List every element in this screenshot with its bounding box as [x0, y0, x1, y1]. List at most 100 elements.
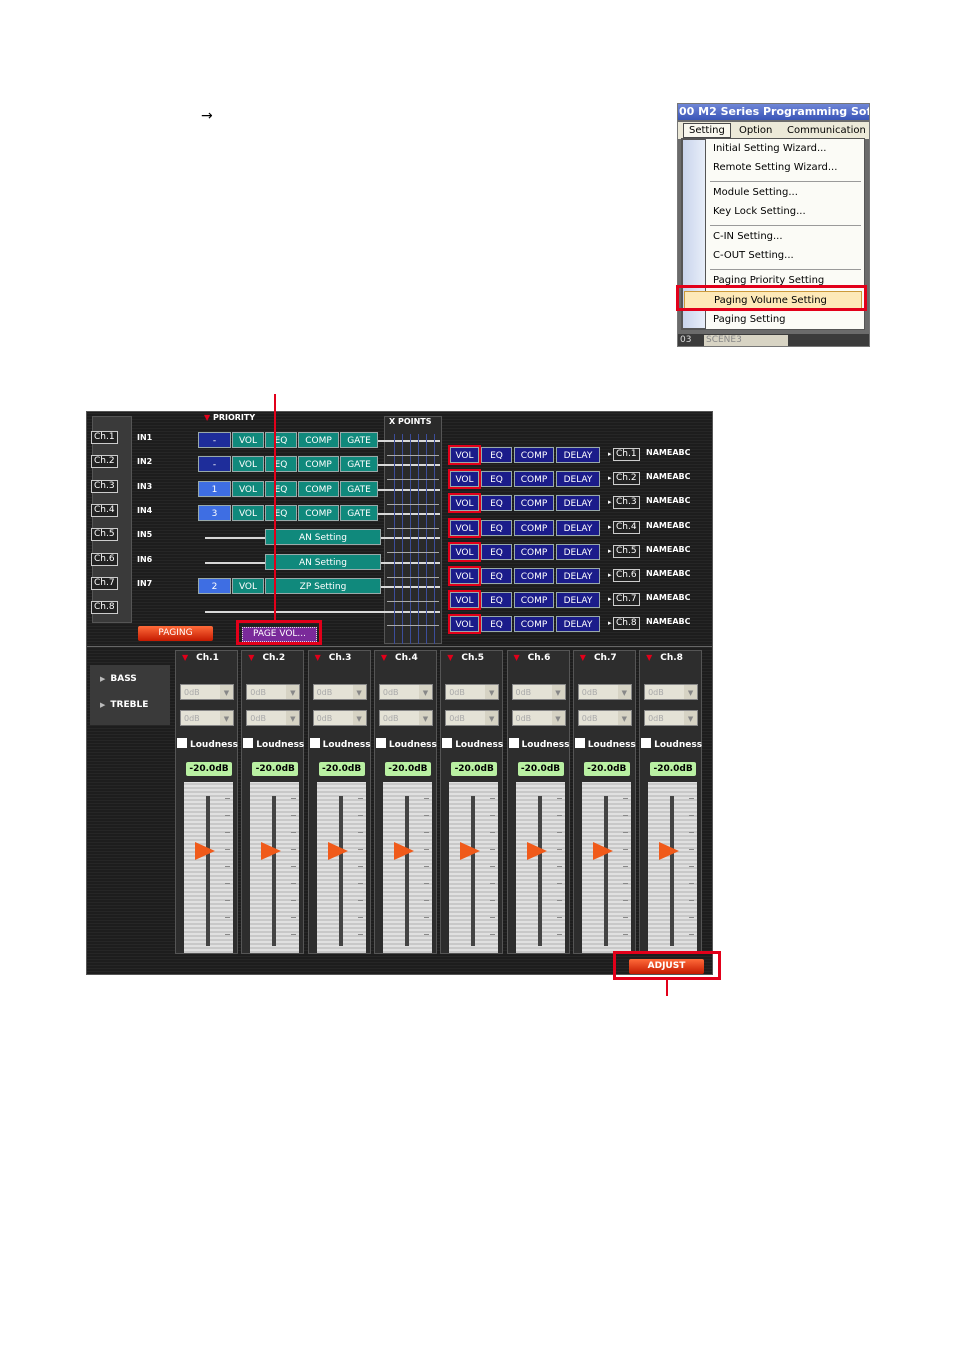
- loudness-checkbox[interactable]: Loudness: [508, 738, 570, 750]
- volume-fader[interactable]: [581, 782, 631, 953]
- delay-button-out3[interactable]: DELAY: [556, 495, 600, 512]
- dropdown-icon[interactable]: ▼: [182, 653, 188, 662]
- vol-button-out8[interactable]: VOL: [448, 614, 481, 635]
- loudness-checkbox[interactable]: Loudness: [375, 738, 437, 750]
- comp-button-out3[interactable]: COMP: [514, 495, 554, 512]
- bass-select[interactable]: 0dB ▼: [246, 684, 301, 700]
- volume-fader[interactable]: [316, 782, 366, 953]
- eq-button-out8[interactable]: EQ: [481, 616, 512, 633]
- bass-select[interactable]: 0dB ▼: [312, 684, 367, 700]
- fader-knob-icon[interactable]: [327, 842, 348, 860]
- eq-button-in2[interactable]: EQ: [265, 456, 297, 473]
- volume-fader[interactable]: [449, 782, 499, 953]
- delay-button-out2[interactable]: DELAY: [556, 471, 600, 488]
- paging-button[interactable]: PAGING: [138, 626, 213, 641]
- dropdown-icon[interactable]: ▼: [381, 653, 387, 662]
- eq-button-in3[interactable]: EQ: [265, 480, 297, 497]
- vol-button-out4[interactable]: VOL: [448, 517, 481, 538]
- menu-item-c-in-setting[interactable]: C-IN Setting...: [713, 231, 783, 242]
- volume-fader[interactable]: [184, 782, 233, 953]
- menu-setting[interactable]: Setting: [683, 123, 731, 138]
- delay-button-out5[interactable]: DELAY: [556, 543, 600, 560]
- priority-button-in4[interactable]: 3: [198, 504, 231, 521]
- output-channel-7[interactable]: Ch.7: [613, 593, 640, 607]
- comp-button-out5[interactable]: COMP: [514, 543, 554, 560]
- output-channel-2[interactable]: Ch.2: [613, 472, 640, 486]
- dropdown-icon[interactable]: ▼: [447, 653, 453, 662]
- eq-button-out7[interactable]: EQ: [481, 592, 512, 609]
- fader-knob-icon[interactable]: [393, 842, 414, 860]
- gate-button-in2[interactable]: GATE: [340, 456, 378, 473]
- input-channel-7[interactable]: Ch.7: [91, 576, 118, 590]
- comp-button-in2[interactable]: COMP: [298, 456, 339, 473]
- comp-button-out8[interactable]: COMP: [514, 616, 554, 633]
- menu-item-initial-setting-wizard[interactable]: Initial Setting Wizard...: [713, 143, 826, 154]
- delay-button-out1[interactable]: DELAY: [556, 447, 600, 463]
- menu-item-c-out-setting[interactable]: C-OUT Setting...: [713, 250, 794, 261]
- input-channel-8[interactable]: Ch.8: [91, 601, 118, 615]
- treble-select[interactable]: 0dB ▼: [246, 710, 301, 726]
- delay-button-out6[interactable]: DELAY: [556, 568, 600, 584]
- vol-button-out7[interactable]: VOL: [448, 590, 481, 611]
- loudness-checkbox[interactable]: Loudness: [177, 738, 238, 750]
- an-setting-button-in6[interactable]: AN Setting: [265, 553, 381, 570]
- dropdown-icon[interactable]: ▼: [248, 653, 254, 662]
- comp-button-out2[interactable]: COMP: [514, 471, 554, 488]
- fader-knob-icon[interactable]: [526, 842, 547, 860]
- input-channel-2[interactable]: Ch.2: [91, 455, 118, 469]
- vol-button-in7[interactable]: VOL: [232, 577, 264, 594]
- input-channel-5[interactable]: Ch.5: [91, 528, 118, 542]
- eq-button-out3[interactable]: EQ: [481, 495, 512, 512]
- menu-item-remote-setting-wizard[interactable]: Remote Setting Wizard...: [713, 162, 837, 173]
- fader-knob-icon[interactable]: [460, 842, 481, 860]
- loudness-checkbox[interactable]: Loudness: [243, 738, 304, 750]
- fader-knob-icon[interactable]: [261, 842, 282, 860]
- comp-button-out4[interactable]: COMP: [514, 519, 554, 536]
- vol-button-out3[interactable]: VOL: [448, 493, 481, 514]
- comp-button-out6[interactable]: COMP: [514, 568, 554, 584]
- menu-item-paging-setting[interactable]: Paging Setting: [713, 314, 786, 325]
- dropdown-icon[interactable]: ▼: [514, 653, 520, 662]
- priority-button-in7[interactable]: 2: [198, 577, 231, 594]
- priority-button-in2[interactable]: -: [198, 456, 231, 473]
- dropdown-icon[interactable]: ▼: [580, 653, 586, 662]
- delay-button-out7[interactable]: DELAY: [556, 592, 600, 609]
- fader-knob-icon[interactable]: [195, 842, 215, 860]
- dropdown-icon[interactable]: ▼: [315, 653, 321, 662]
- gate-button-in3[interactable]: GATE: [340, 480, 378, 497]
- an-setting-button-in5[interactable]: AN Setting: [265, 529, 381, 546]
- eq-button-out6[interactable]: EQ: [481, 568, 512, 584]
- input-channel-4[interactable]: Ch.4: [91, 503, 118, 517]
- treble-select[interactable]: 0dB ▼: [378, 710, 433, 726]
- delay-button-out8[interactable]: DELAY: [556, 616, 600, 633]
- menu-item-module-setting[interactable]: Module Setting...: [713, 187, 798, 198]
- loudness-checkbox[interactable]: Loudness: [309, 738, 371, 750]
- priority-button-in3[interactable]: 1: [198, 480, 231, 497]
- vol-button-in3[interactable]: VOL: [232, 480, 264, 497]
- output-channel-8[interactable]: Ch.8: [613, 617, 640, 631]
- output-channel-6[interactable]: Ch.6: [613, 569, 640, 582]
- input-channel-1[interactable]: Ch.1: [91, 431, 118, 444]
- input-channel-3[interactable]: Ch.3: [91, 479, 118, 493]
- volume-fader[interactable]: [648, 782, 698, 953]
- bass-select[interactable]: 0dB ▼: [378, 684, 433, 700]
- volume-fader[interactable]: [250, 782, 300, 953]
- output-channel-3[interactable]: Ch.3: [613, 496, 640, 510]
- treble-select[interactable]: 0dB ▼: [577, 710, 632, 726]
- dropdown-icon[interactable]: ▼: [646, 653, 652, 662]
- treble-select[interactable]: 0dB ▼: [312, 710, 367, 726]
- eq-button-out1[interactable]: EQ: [481, 447, 512, 463]
- bass-select[interactable]: 0dB ▼: [180, 684, 234, 700]
- treble-select[interactable]: 0dB ▼: [644, 710, 699, 726]
- bass-select[interactable]: 0dB ▼: [511, 684, 566, 700]
- loudness-checkbox[interactable]: Loudness: [641, 738, 702, 750]
- vol-button-out2[interactable]: VOL: [448, 469, 481, 490]
- menu-communication[interactable]: Communication: [787, 125, 866, 136]
- eq-button-in4[interactable]: EQ: [265, 504, 297, 521]
- output-channel-4[interactable]: Ch.4: [613, 520, 640, 534]
- bass-select[interactable]: 0dB ▼: [445, 684, 500, 700]
- vol-button-in4[interactable]: VOL: [232, 504, 264, 521]
- fader-knob-icon[interactable]: [592, 842, 613, 860]
- eq-button-out4[interactable]: EQ: [481, 519, 512, 536]
- gate-button-in1[interactable]: GATE: [340, 432, 378, 448]
